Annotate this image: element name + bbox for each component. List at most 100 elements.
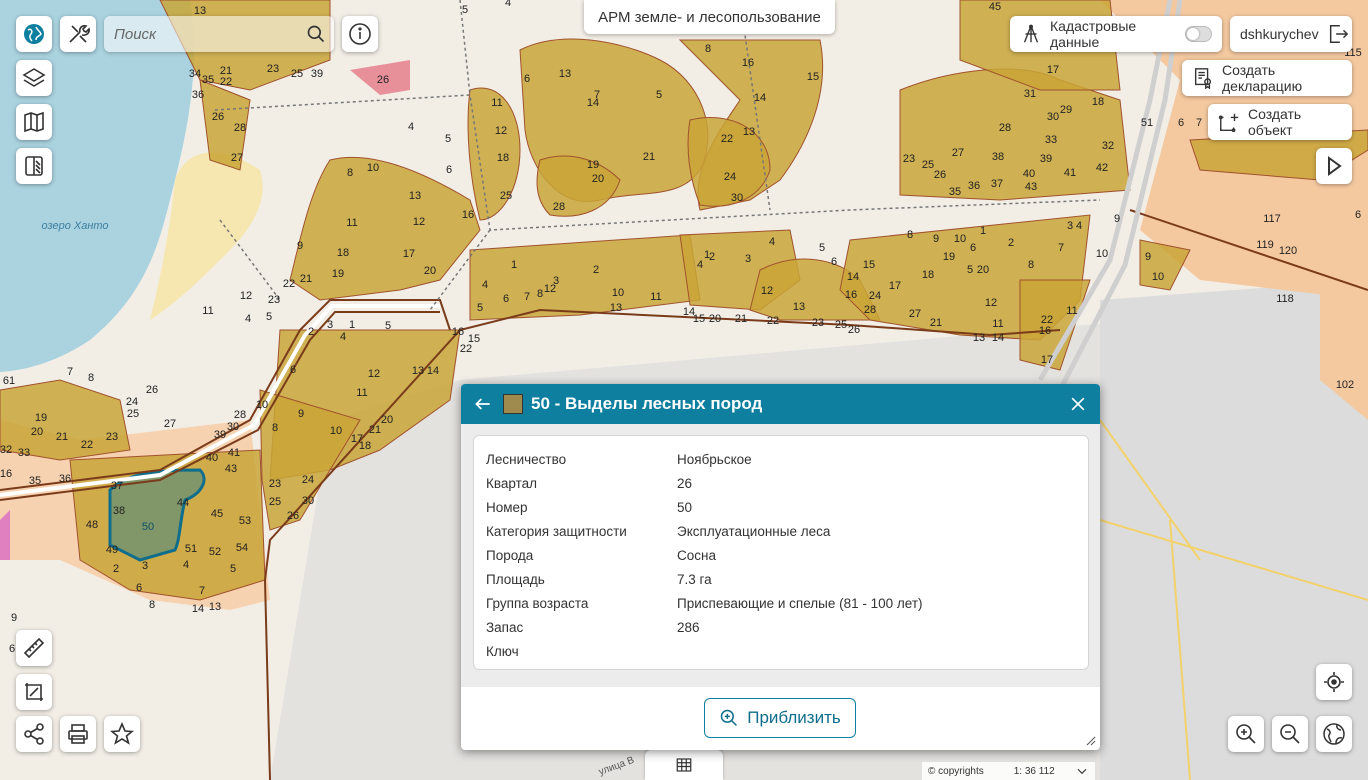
svg-text:15: 15	[807, 71, 819, 83]
svg-text:6: 6	[831, 256, 837, 268]
chevron-down-icon[interactable]	[1075, 764, 1089, 778]
attribute-value: 26	[677, 476, 693, 491]
zoom-to-button[interactable]: Приблизить	[704, 698, 856, 738]
svg-text:30: 30	[731, 192, 743, 204]
svg-text:25: 25	[500, 190, 512, 202]
world-icon[interactable]	[1316, 716, 1352, 752]
cadastral-switch[interactable]	[1184, 26, 1212, 42]
svg-text:16: 16	[0, 468, 12, 480]
tools-icon[interactable]	[60, 16, 96, 52]
svg-text:13: 13	[409, 190, 421, 202]
svg-text:20: 20	[31, 426, 43, 438]
search-box[interactable]	[104, 16, 334, 52]
svg-text:11: 11	[356, 387, 367, 399]
attribute-value: Эксплуатационные леса	[677, 524, 831, 539]
svg-text:26: 26	[146, 384, 158, 396]
locate-icon[interactable]	[1316, 664, 1352, 700]
create-declaration-label: Создать декларацию	[1222, 62, 1303, 94]
svg-text:8: 8	[537, 288, 543, 300]
attribute-value: Сосна	[677, 548, 716, 563]
close-icon[interactable]	[1068, 394, 1088, 414]
svg-text:24: 24	[126, 396, 138, 408]
svg-text:4: 4	[245, 313, 251, 325]
search-icon[interactable]	[306, 24, 326, 44]
copyright-link[interactable]: © copyrights	[928, 766, 984, 777]
svg-text:54: 54	[236, 542, 248, 554]
attributes-card: Лесничество Ноябрьское Квартал 26 Номер 50 Кат…	[473, 435, 1089, 670]
logout-icon[interactable]	[1327, 23, 1349, 45]
info-icon[interactable]	[342, 16, 378, 52]
measure-area-icon[interactable]	[16, 674, 52, 710]
svg-text:13: 13	[412, 365, 424, 377]
attribute-row: Категория защитности Эксплуатационные лес…	[486, 524, 830, 539]
svg-text:19: 19	[332, 268, 344, 280]
svg-text:118: 118	[1276, 293, 1294, 305]
lake-label: озеро Ханто	[41, 220, 108, 232]
svg-text:13: 13	[610, 302, 622, 314]
table-icon	[675, 756, 693, 774]
svg-text:25: 25	[922, 159, 934, 171]
compare-icon[interactable]	[16, 148, 52, 184]
measure-line-icon[interactable]	[16, 630, 52, 666]
svg-text:12: 12	[413, 216, 425, 228]
svg-text:13: 13	[973, 332, 985, 344]
svg-text:12: 12	[761, 285, 773, 297]
feature-info-panel: 50 - Выделы лесных пород Лесничество Нояб…	[461, 384, 1100, 750]
search-input[interactable]	[112, 24, 296, 44]
create-object-button[interactable]: Создать объект	[1208, 104, 1352, 140]
scale-label: 1: 36 112	[1013, 765, 1055, 777]
zoom-out-icon[interactable]	[1272, 716, 1308, 752]
play-icon[interactable]	[1316, 148, 1352, 184]
svg-text:8: 8	[149, 599, 155, 611]
create-declaration-button[interactable]: Создать декларацию	[1182, 60, 1352, 96]
svg-text:11: 11	[491, 97, 502, 109]
svg-text:35: 35	[202, 74, 214, 86]
svg-text:2: 2	[308, 326, 314, 338]
svg-text:17: 17	[1041, 354, 1053, 366]
svg-text:18: 18	[337, 247, 349, 259]
svg-text:34: 34	[189, 68, 201, 80]
svg-text:13: 13	[793, 301, 805, 313]
svg-text:4: 4	[408, 121, 414, 133]
svg-text:4: 4	[505, 0, 511, 9]
svg-text:4: 4	[769, 236, 775, 248]
attribute-value: Приспевающие и спелые (81 - 100 лет)	[677, 596, 923, 611]
svg-text:44: 44	[177, 497, 189, 509]
svg-text:12: 12	[544, 283, 556, 295]
svg-text:6: 6	[970, 242, 976, 254]
layers-icon[interactable]	[16, 60, 52, 96]
svg-text:16: 16	[452, 326, 464, 338]
zoom-to-label: Приблизить	[747, 708, 841, 727]
add-object-icon	[1218, 111, 1240, 133]
svg-text:4: 4	[183, 559, 189, 571]
svg-text:8: 8	[1028, 259, 1034, 271]
map-icon[interactable]	[16, 104, 52, 140]
svg-text:39: 39	[214, 429, 226, 441]
resize-handle-icon[interactable]	[1084, 734, 1096, 746]
globe-icon[interactable]	[16, 16, 52, 52]
svg-text:8: 8	[272, 422, 278, 434]
svg-text:50: 50	[142, 521, 154, 533]
svg-text:11: 11	[992, 318, 1003, 330]
zoom-in-icon[interactable]	[1228, 716, 1264, 752]
share-icon[interactable]	[16, 716, 52, 752]
svg-text:2: 2	[1008, 237, 1014, 249]
back-arrow-icon[interactable]	[473, 394, 493, 414]
svg-text:4: 4	[340, 331, 346, 343]
attribute-row: Площадь 7.3 га	[486, 572, 712, 587]
cadastral-toggle[interactable]: Кадастровые данные	[1010, 16, 1222, 52]
svg-text:25: 25	[269, 496, 281, 508]
svg-text:36: 36	[59, 473, 71, 485]
svg-text:11: 11	[650, 291, 661, 303]
svg-text:51: 51	[1141, 117, 1153, 129]
attribute-value: 50	[677, 500, 693, 515]
print-icon[interactable]	[60, 716, 96, 752]
star-icon[interactable]	[104, 716, 140, 752]
svg-text:21: 21	[735, 313, 747, 325]
svg-text:33: 33	[18, 447, 30, 459]
svg-text:39: 39	[1040, 153, 1052, 165]
svg-text:16: 16	[1039, 325, 1051, 337]
attribute-table-tab[interactable]	[645, 750, 723, 780]
user-menu[interactable]: dshkurychev	[1230, 16, 1352, 52]
svg-text:28: 28	[553, 201, 565, 213]
